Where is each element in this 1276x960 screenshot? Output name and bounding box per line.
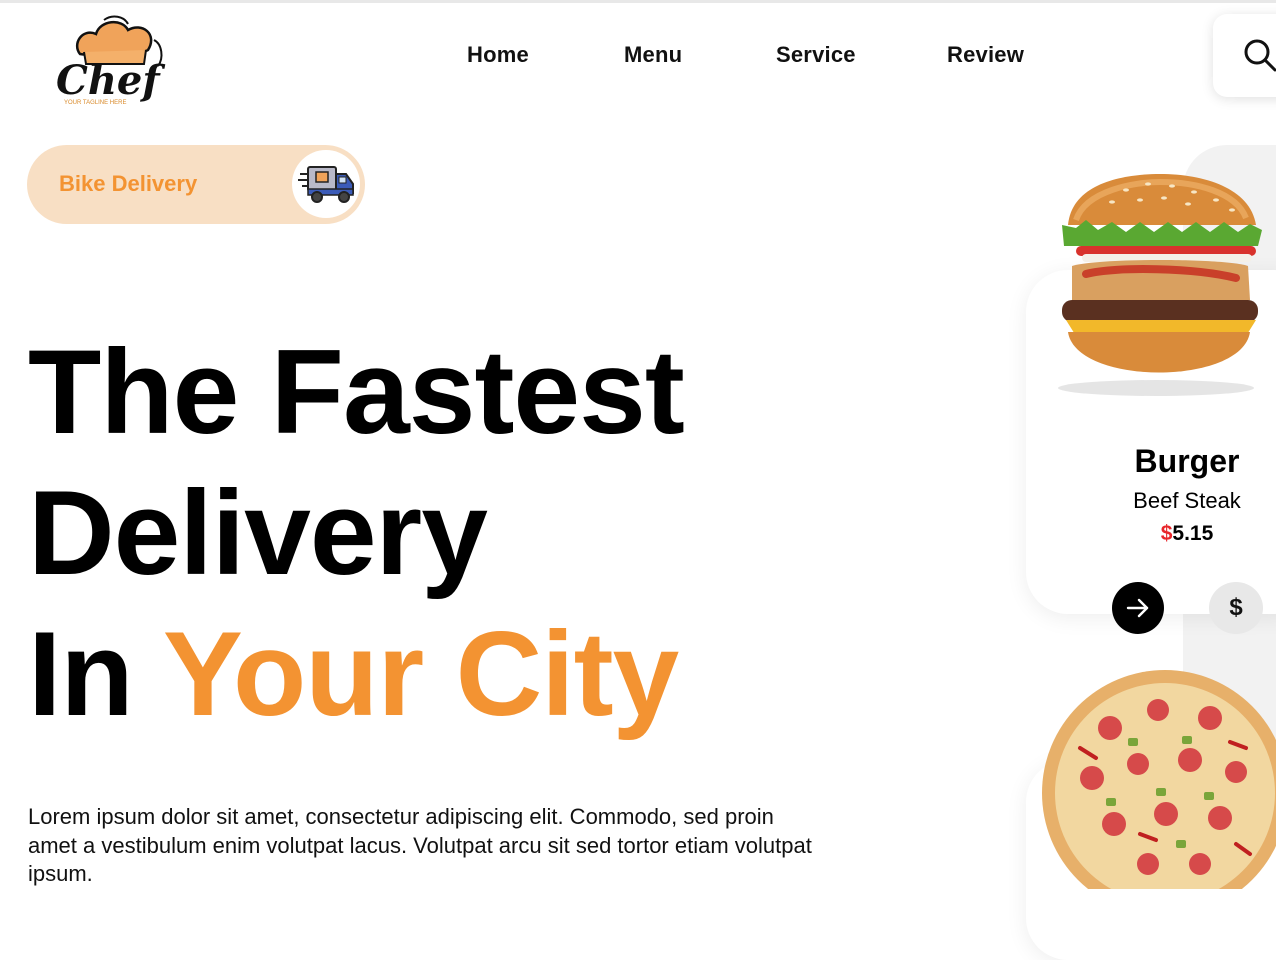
headline-line-3-accent: Your City xyxy=(162,607,679,741)
logo-tagline: YOUR TAGLINE HERE xyxy=(64,100,126,106)
hero-headline: The Fastest Delivery In Your City xyxy=(28,322,685,745)
logo-wordmark: Chef xyxy=(56,57,165,104)
badge-label: Bike Delivery xyxy=(59,171,198,196)
food-subtitle: Beef Steak xyxy=(1133,488,1241,513)
nav-home[interactable]: Home xyxy=(467,42,529,68)
price-value: 5.15 xyxy=(1172,522,1214,545)
search-button[interactable] xyxy=(1213,14,1276,97)
burger-image xyxy=(1058,174,1262,396)
delivery-truck-icon xyxy=(298,166,354,203)
arrow-right-icon xyxy=(1126,598,1149,618)
nav-service[interactable]: Service xyxy=(776,42,856,68)
top-border xyxy=(0,0,1276,3)
pizza-image xyxy=(1042,670,1276,889)
nav-review[interactable]: Review xyxy=(947,42,1024,68)
headline-line-3-plain: In xyxy=(28,607,134,741)
food-title: Burger xyxy=(1134,443,1240,479)
nav-menu[interactable]: Menu xyxy=(624,42,682,68)
delivery-icon-circle xyxy=(292,150,360,218)
search-icon xyxy=(1244,39,1276,72)
price-currency: $ xyxy=(1160,522,1173,545)
chef-logo[interactable]: Chef YOUR TAGLINE HERE xyxy=(50,14,185,112)
price-button[interactable]: $ xyxy=(1209,582,1263,634)
food-price: $5.15 xyxy=(1057,522,1276,546)
bike-delivery-badge[interactable]: Bike Delivery xyxy=(27,145,365,224)
view-item-button[interactable] xyxy=(1112,582,1164,634)
headline-line-1: The Fastest xyxy=(28,325,685,459)
chef-hat-logo-icon: Chef YOUR TAGLINE HERE xyxy=(56,15,165,106)
headline-line-2: Delivery xyxy=(28,466,488,600)
hero-description: Lorem ipsum dolor sit amet, consectetur … xyxy=(28,804,812,886)
